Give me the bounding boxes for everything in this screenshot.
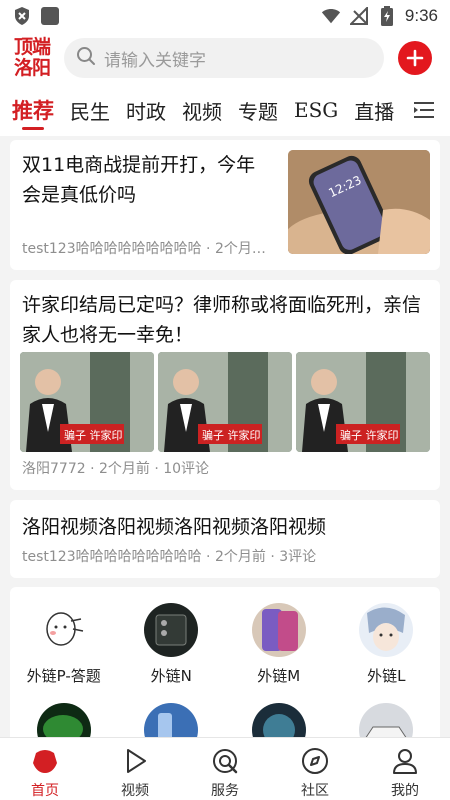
home-icon (30, 746, 60, 776)
article-title: 许家印结局已定吗？律师称或将面临死刑，亲信家人也将无一幸免！ (22, 294, 422, 346)
tab-video[interactable]: 视频 (182, 84, 222, 136)
search-input[interactable]: 请输入关键字 (64, 38, 384, 78)
search-placeholder: 请输入关键字 (104, 50, 206, 71)
grid-item-link-n[interactable]: 外链N (118, 603, 226, 703)
grid-item-label: 外链N (150, 667, 192, 685)
shield-icon (12, 6, 32, 26)
tab-topics[interactable]: 专题 (238, 84, 278, 136)
wifi-icon (321, 6, 341, 26)
article-image: 骗子 许家印 (296, 352, 430, 452)
anime-avatar-icon (359, 603, 414, 657)
plus-icon (406, 49, 424, 67)
service-grid-card: 外链P-答题 外链N 外链M 外链L (10, 587, 441, 757)
user-icon (390, 746, 420, 776)
nav-community[interactable]: 社区 (270, 738, 360, 800)
phone-screen-icon (251, 603, 306, 657)
app-header: 顶端 洛阳 请输入关键字 (0, 32, 450, 84)
play-icon (120, 746, 150, 776)
article-card[interactable]: 洛阳视频洛阳视频洛阳视频洛阳视频 test123哈哈哈哈哈哈哈哈哈 · 2个月前… (10, 500, 440, 578)
nav-service[interactable]: 服务 (180, 738, 270, 800)
nav-home[interactable]: 首页 (0, 738, 90, 800)
service-icon (210, 746, 240, 776)
app-logo[interactable]: 顶端 洛阳 (8, 35, 56, 81)
status-bar: 9:36 (0, 0, 450, 32)
article-title: 双11电商战提前开打，今年会是真低价吗 (22, 154, 256, 206)
nav-label: 我的 (391, 783, 419, 799)
search-icon (76, 46, 96, 70)
grid-item-link-l[interactable]: 外链L (333, 603, 441, 703)
nav-video[interactable]: 视频 (90, 738, 180, 800)
compass-icon (300, 746, 330, 776)
grid-item-label: 外链L (367, 667, 406, 685)
bottom-nav: 首页 视频 服务 社区 我的 (0, 737, 450, 800)
tab-live[interactable]: 直播 (354, 84, 394, 136)
battery-icon (377, 6, 397, 26)
phone-photo-icon (144, 603, 199, 657)
article-card[interactable]: 许家印结局已定吗？律师称或将面临死刑，亲信家人也将无一幸免！ 骗子 许家印 骗子… (10, 280, 440, 490)
svg-text:骗子 许家印: 骗子 许家印 (340, 428, 399, 442)
grid-item-label: 外链P-答题 (26, 667, 101, 685)
logo-line2: 洛阳 (13, 57, 51, 79)
nav-label: 社区 (301, 783, 329, 799)
grid-item-label: 外链M (257, 667, 301, 685)
no-signal-icon (349, 6, 369, 26)
article-meta: test123哈哈哈哈哈哈哈哈哈 · 2个月… (22, 241, 266, 257)
category-tabs: 推荐 民生 时政 视频 专题 ESG 直播 (0, 84, 450, 136)
logo-line1: 顶端 (13, 36, 51, 58)
status-time: 9:36 (404, 6, 438, 25)
tab-politics[interactable]: 时政 (126, 84, 166, 136)
tab-menu-icon[interactable] (412, 98, 436, 122)
article-thumbnail: 12:23 (288, 150, 430, 254)
tab-recommend[interactable]: 推荐 (12, 84, 54, 136)
article-image-row: 骗子 许家印 骗子 许家印 骗子 许家印 (20, 352, 430, 452)
article-card[interactable]: 双11电商战提前开打，今年会是真低价吗 12:23 test123哈哈哈哈哈哈哈… (10, 140, 440, 270)
nav-label: 视频 (121, 783, 149, 799)
add-button[interactable] (398, 41, 432, 75)
nav-label: 首页 (31, 783, 59, 799)
article-image: 骗子 许家印 (158, 352, 292, 452)
svg-text:骗子 许家印: 骗子 许家印 (202, 428, 261, 442)
cartoon-avatar-icon (36, 603, 91, 657)
article-title: 洛阳视频洛阳视频洛阳视频洛阳视频 (22, 516, 327, 538)
app-square-icon (40, 6, 60, 26)
nav-label: 服务 (211, 783, 239, 799)
svg-text:骗子 许家印: 骗子 许家印 (64, 428, 123, 442)
tab-livelihood[interactable]: 民生 (70, 84, 110, 136)
grid-item-link-m[interactable]: 外链M (225, 603, 333, 703)
article-meta: test123哈哈哈哈哈哈哈哈哈 · 2个月前 · 3评论 (22, 549, 317, 565)
tab-esg[interactable]: ESG (294, 84, 338, 136)
article-image: 骗子 许家印 (20, 352, 154, 452)
nav-profile[interactable]: 我的 (360, 738, 450, 800)
grid-item-link-p[interactable]: 外链P-答题 (10, 603, 118, 703)
article-meta: 洛阳7772 · 2个月前 · 10评论 (22, 461, 210, 477)
